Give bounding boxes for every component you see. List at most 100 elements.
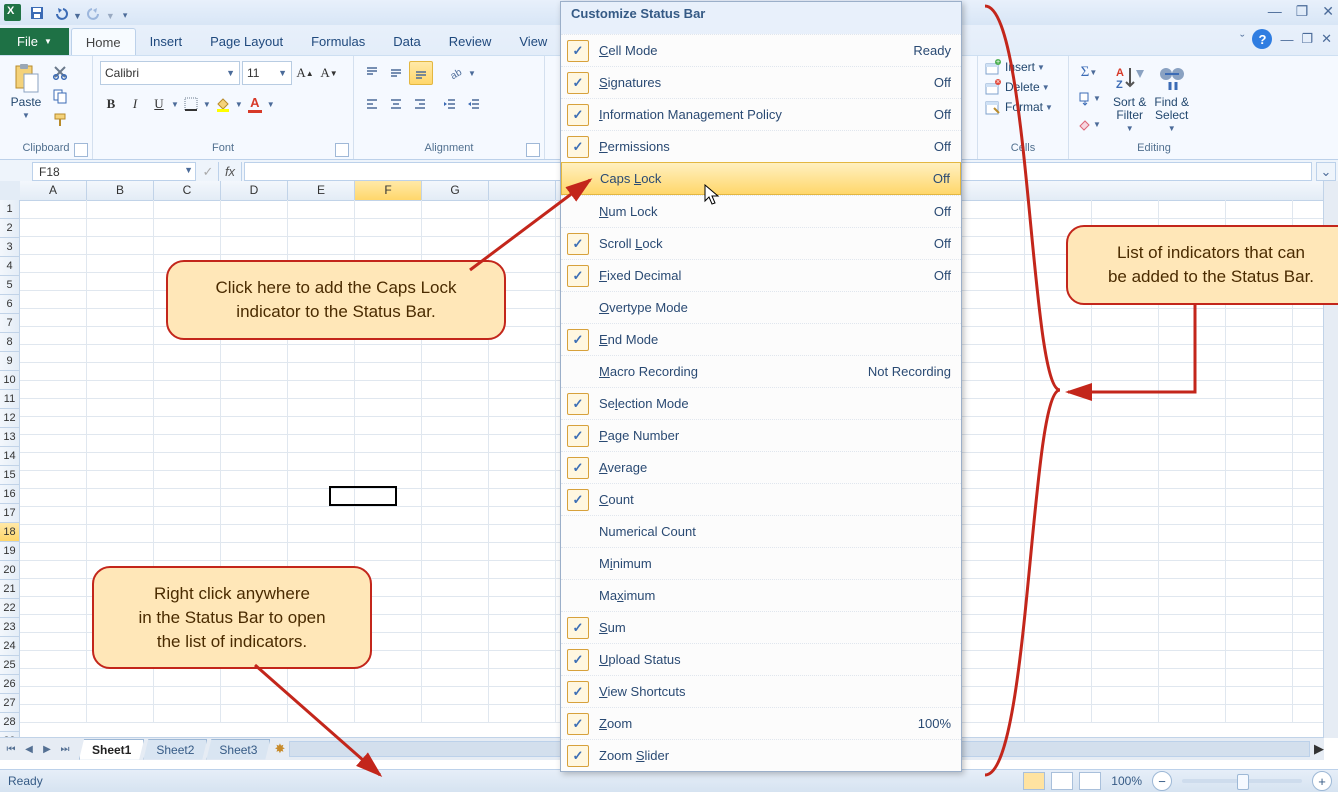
sheet-tab-sheet1[interactable]: Sheet1: [79, 739, 144, 760]
csb-item-zoom[interactable]: ✓Zoom100%: [561, 707, 961, 739]
zoom-value[interactable]: 100%: [1111, 774, 1142, 788]
fill-button[interactable]: ▼: [1076, 87, 1102, 109]
autosum-button[interactable]: Σ▼: [1076, 61, 1102, 83]
csb-item-permissions[interactable]: ✓PermissionsOff: [561, 130, 961, 162]
csb-item-zoom-slider[interactable]: ✓Zoom Slider: [561, 739, 961, 771]
cut-button[interactable]: [49, 61, 71, 83]
workbook-minimize-button[interactable]: —: [1280, 32, 1293, 47]
name-box[interactable]: F18▼: [32, 162, 196, 181]
tab-formulas[interactable]: Formulas: [297, 28, 379, 54]
sheet-nav-first[interactable]: ⏮: [2, 740, 20, 758]
hscroll-right[interactable]: ▶: [1314, 741, 1324, 757]
tab-insert[interactable]: Insert: [136, 28, 197, 54]
help-icon[interactable]: ?: [1252, 29, 1272, 49]
insert-cells-button[interactable]: +Insert▼: [984, 58, 1045, 76]
row-headers[interactable]: 1234567891011121314151617181920212223242…: [0, 200, 20, 738]
window-close-button[interactable]: ✕: [1322, 3, 1334, 20]
copy-button[interactable]: [49, 85, 71, 107]
zoom-in-button[interactable]: +: [1312, 771, 1332, 791]
tab-page-layout[interactable]: Page Layout: [196, 28, 297, 54]
window-minimize-button[interactable]: —: [1268, 3, 1282, 20]
status-bar[interactable]: Ready 100% − +: [0, 769, 1338, 792]
csb-item-view-shortcuts[interactable]: ✓View Shortcuts: [561, 675, 961, 707]
fx-button[interactable]: fx: [218, 162, 242, 181]
underline-button[interactable]: U: [148, 93, 170, 115]
csb-item-information-management-policy[interactable]: ✓Information Management PolicyOff: [561, 98, 961, 130]
csb-item-macro-recording[interactable]: Macro RecordingNot Recording: [561, 355, 961, 387]
clear-button[interactable]: ▼: [1076, 113, 1102, 135]
sort-filter-button[interactable]: AZ Sort &Filter▼: [1109, 60, 1150, 137]
align-bottom-button[interactable]: [409, 61, 433, 85]
qat-customize-button[interactable]: ▾: [123, 10, 128, 21]
view-page-break-button[interactable]: [1079, 772, 1101, 790]
workbook-restore-button[interactable]: ❐: [1301, 31, 1313, 47]
zoom-out-button[interactable]: −: [1152, 771, 1172, 791]
csb-item-maximum[interactable]: Maximum: [561, 579, 961, 611]
clipboard-dialog-launcher[interactable]: [74, 143, 88, 157]
alignment-dialog-launcher[interactable]: [526, 143, 540, 157]
font-dialog-launcher[interactable]: [335, 143, 349, 157]
grow-font-button[interactable]: A▲: [294, 62, 316, 84]
increase-indent-button[interactable]: [463, 93, 485, 115]
window-restore-button[interactable]: ❐: [1296, 3, 1309, 20]
csb-item-sum[interactable]: ✓Sum: [561, 611, 961, 643]
bold-button[interactable]: B: [100, 93, 122, 115]
qat-save-button[interactable]: [26, 3, 48, 23]
italic-button[interactable]: I: [124, 93, 146, 115]
qat-redo-button[interactable]: [83, 3, 105, 23]
view-normal-button[interactable]: [1023, 772, 1045, 790]
csb-item-fixed-decimal[interactable]: ✓Fixed DecimalOff: [561, 259, 961, 291]
font-color-button[interactable]: A: [244, 93, 266, 115]
csb-item-overtype-mode[interactable]: Overtype Mode: [561, 291, 961, 323]
csb-item-end-mode[interactable]: ✓End Mode: [561, 323, 961, 355]
ribbon-minimize-caret[interactable]: ˇ: [1240, 32, 1244, 47]
align-right-button[interactable]: [409, 93, 431, 115]
new-sheet-button[interactable]: ✸: [274, 741, 285, 757]
paste-button[interactable]: Paste▼: [6, 60, 46, 124]
shrink-font-button[interactable]: A▼: [318, 62, 340, 84]
sheet-tab-sheet2[interactable]: Sheet2: [143, 739, 207, 760]
align-center-button[interactable]: [385, 93, 407, 115]
csb-item-minimum[interactable]: Minimum: [561, 547, 961, 579]
borders-button[interactable]: [180, 93, 202, 115]
workbook-close-button[interactable]: ✕: [1321, 31, 1332, 47]
tab-home[interactable]: Home: [71, 28, 136, 55]
align-middle-button[interactable]: [385, 62, 407, 84]
font-size-combo[interactable]: 11▼: [242, 61, 292, 85]
csb-item-upload-status[interactable]: ✓Upload Status: [561, 643, 961, 675]
tab-view[interactable]: View: [505, 28, 561, 54]
csb-item-signatures[interactable]: ✓SignaturesOff: [561, 66, 961, 98]
qat-undo-button[interactable]: [50, 3, 72, 23]
formula-bar-expand[interactable]: ⌄: [1316, 162, 1336, 181]
sheet-nav-next[interactable]: ▶: [38, 740, 56, 758]
csb-item-page-number[interactable]: ✓Page Number: [561, 419, 961, 451]
align-top-button[interactable]: [361, 62, 383, 84]
format-cells-button[interactable]: Format▼: [984, 98, 1053, 116]
select-all-triangle[interactable]: [0, 181, 21, 201]
checkbox-icon: [567, 553, 589, 575]
fill-color-button[interactable]: [212, 93, 234, 115]
zoom-slider[interactable]: [1182, 779, 1302, 783]
csb-item-count[interactable]: ✓Count: [561, 483, 961, 515]
tab-review[interactable]: Review: [435, 28, 506, 54]
sheet-tab-sheet3[interactable]: Sheet3: [206, 739, 270, 760]
tab-data[interactable]: Data: [379, 28, 434, 54]
align-left-button[interactable]: [361, 93, 383, 115]
view-page-layout-button[interactable]: [1051, 772, 1073, 790]
tab-file[interactable]: File▼: [0, 28, 69, 55]
csb-item-caps-lock[interactable]: Caps LockOff: [561, 162, 961, 195]
csb-item-cell-mode[interactable]: ✓Cell ModeReady: [561, 34, 961, 66]
sheet-nav-last[interactable]: ⏭: [56, 740, 74, 758]
find-select-button[interactable]: Find &Select▼: [1150, 60, 1193, 137]
font-name-combo[interactable]: Calibri▼: [100, 61, 240, 85]
csb-item-average[interactable]: ✓Average: [561, 451, 961, 483]
orientation-button[interactable]: ab: [445, 62, 467, 84]
decrease-indent-button[interactable]: [439, 93, 461, 115]
sheet-nav-prev[interactable]: ◀: [20, 740, 38, 758]
csb-item-num-lock[interactable]: Num LockOff: [561, 195, 961, 227]
csb-item-numerical-count[interactable]: Numerical Count: [561, 515, 961, 547]
csb-item-selection-mode[interactable]: ✓Selection Mode: [561, 387, 961, 419]
csb-item-scroll-lock[interactable]: ✓Scroll LockOff: [561, 227, 961, 259]
format-painter-button[interactable]: [49, 109, 71, 131]
delete-cells-button[interactable]: ×Delete▼: [984, 78, 1050, 96]
